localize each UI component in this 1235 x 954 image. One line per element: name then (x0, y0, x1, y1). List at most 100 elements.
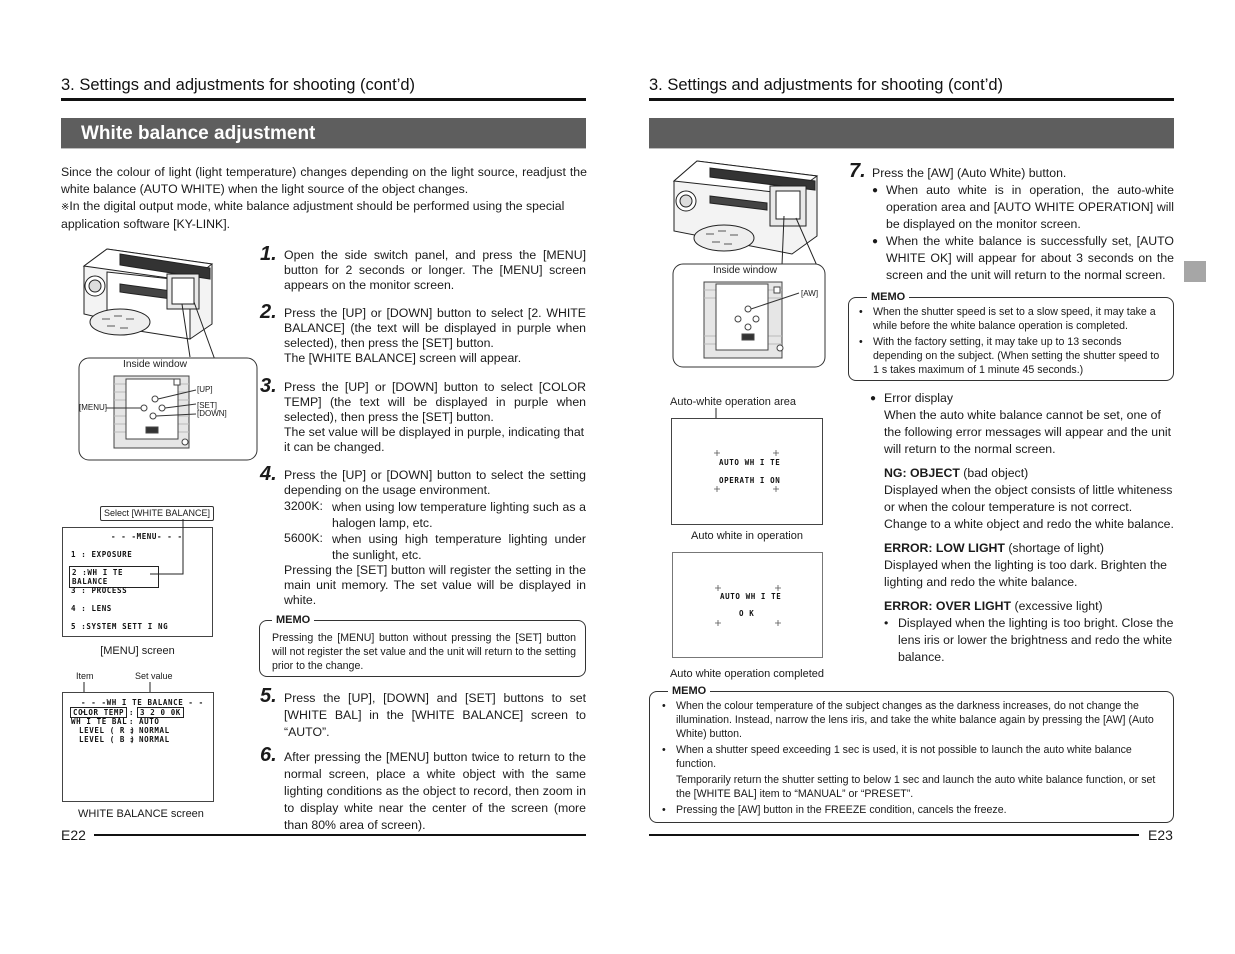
kylink-note: ※In the digital output mode, white balan… (61, 198, 587, 233)
left-header-rule (61, 98, 586, 101)
aw-button-label: [AW] (801, 289, 819, 298)
right-header-rule (649, 98, 1174, 101)
right-page-header: 3. Settings and adjustments for shooting… (649, 76, 1004, 94)
bullet-icon: • (662, 804, 666, 816)
camera-illustration (78, 248, 258, 461)
error-ng-object: NG: OBJECT (bad object) Displayed when t… (870, 465, 1175, 533)
memo-label: MEMO (668, 684, 711, 698)
menu-item: 1 : EXPOSURE (71, 550, 133, 559)
option-key: 5600K: (284, 531, 323, 545)
step-4-text: Press the [UP] or [DOWN] button to selec… (284, 468, 586, 608)
bullet-text: When auto white is in operation, the aut… (886, 183, 1174, 231)
bullet-icon: • (884, 616, 889, 630)
memo-item: • With the factory setting, it may take … (859, 335, 1165, 377)
wb-row-value: AUTO (139, 717, 160, 726)
left-page-header: 3. Settings and adjustments for shooting… (61, 76, 416, 94)
page-number-right: E23 (1148, 827, 1173, 843)
error-meaning: (shortage of light) (1008, 541, 1105, 555)
thumb-tab-marker (1184, 261, 1206, 282)
option-5600k: 5600K: when using high temperature light… (284, 531, 586, 563)
note-text: In the digital output mode, white balanc… (61, 199, 565, 231)
memo-list: • When the colour temperature of the sub… (662, 699, 1167, 817)
option-desc: when using low temperature lighting such… (332, 500, 586, 530)
right-footer-rule (649, 834, 1139, 836)
memo-item-text: When a shutter speed exceeding 1 sec is … (676, 744, 1132, 770)
up-button-label: [UP] (197, 385, 213, 394)
area-markers (715, 585, 781, 626)
bullet-text: When the white balance is successfully s… (886, 234, 1174, 282)
memo-item-text: Pressing the [AW] button in the FREEZE c… (676, 804, 1007, 816)
step-3-main: Press the [UP] or [DOWN] button to selec… (284, 380, 586, 424)
step-7-text: Press the [AW] (Auto White) button. (872, 166, 1067, 180)
option-key: 3200K: (284, 499, 323, 513)
menu-item-selected: 2 :WH I TE BALANCE (69, 566, 159, 588)
step-4-extra: Pressing the [SET] button will register … (284, 563, 586, 607)
menu-button-label: [MENU] (79, 403, 107, 412)
memo-list: • When the shutter speed is set to a slo… (859, 305, 1165, 377)
step-number: 4. (260, 463, 277, 485)
step-4-main: Press the [UP] or [DOWN] button to selec… (284, 468, 586, 497)
step-7-bullet: ● When the white balance is successfully… (872, 233, 1174, 284)
bullet-icon: • (859, 336, 863, 348)
step-number: 6. (260, 744, 277, 766)
callout-line (150, 519, 184, 575)
error-intro: When the auto white balance cannot be se… (884, 408, 1172, 456)
set-value-label: Set value (135, 671, 173, 681)
bullet-icon: ● (870, 393, 877, 404)
step-2-main: Press the [UP] or [DOWN] button to selec… (284, 306, 586, 350)
intro-paragraph: Since the colour of light (light tempera… (61, 165, 587, 196)
step-number: 2. (260, 301, 277, 323)
error-text: Displayed when the lighting is too brigh… (898, 616, 1174, 664)
step-2-text: Press the [UP] or [DOWN] button to selec… (284, 306, 586, 366)
step-2-extra: The [WHITE BALANCE] screen will appear. (284, 351, 522, 365)
error-low-light: ERROR: LOW LIGHT (shortage of light) Dis… (870, 540, 1175, 591)
wb-row-value: NORMAL (139, 726, 170, 735)
memo-item: • Pressing the [AW] button in the FREEZE… (662, 803, 1167, 817)
left-footer-rule (94, 834, 586, 836)
inside-window-label: Inside window (123, 359, 187, 370)
step-number: 1. (260, 243, 277, 265)
wb-row-sep: : (129, 717, 135, 726)
error-meaning: (bad object) (963, 466, 1029, 480)
ok-screen-caption: Auto white operation completed (669, 668, 825, 680)
error-text: Displayed when the object consists of li… (884, 483, 1174, 531)
bullet-icon: • (662, 744, 666, 756)
osd-line-1: AUTO WH I TE (719, 458, 781, 467)
bullet-icon: • (662, 700, 666, 712)
step-6-text: After pressing the [MENU] button twice t… (284, 750, 586, 832)
step-number: 3. (260, 375, 277, 397)
error-over-light: ERROR: OVER LIGHT (excessive light) • Di… (870, 598, 1175, 666)
menu-screen-caption: [MENU] screen (100, 645, 175, 657)
wb-screen: - - -WH I TE BALANCE - - - COLOR TEMP : … (62, 692, 214, 802)
wb-row-item: WH I TE BAL (71, 717, 128, 726)
camera-figure-right: Inside window [AW] (672, 156, 832, 371)
menu-item: 3 : PROCESS (71, 586, 128, 595)
menu-item: 5 :SYSTEM SETT I NG (71, 622, 169, 631)
osd-line-2: O K (739, 609, 755, 618)
step-5-text: Press the [UP], [DOWN] and [SET] buttons… (284, 691, 586, 739)
bullet-icon: ● (872, 236, 879, 247)
menu-item: 4 : LENS (71, 604, 112, 613)
step-3-text: Press the [UP] or [DOWN] button to selec… (284, 380, 586, 455)
error-code: ERROR: OVER LIGHT (884, 599, 1012, 613)
left-section-title: White balance adjustment (61, 118, 586, 149)
menu-screen: - - -MENU- - - 1 : EXPOSURE 2 :WH I TE B… (62, 527, 213, 637)
error-code: NG: OBJECT (884, 466, 960, 480)
wb-row-value: NORMAL (139, 735, 170, 744)
inside-window-label: Inside window (713, 265, 777, 276)
wb-row-item: LEVEL ( R ) (79, 726, 136, 735)
step-number: 7. (849, 160, 866, 182)
error-heading-text: Error display (884, 391, 954, 405)
memo-label: MEMO (867, 290, 910, 304)
wb-row-item: LEVEL ( B ) (79, 735, 136, 744)
memo-box-right-1: MEMO • When the shutter speed is set to … (848, 290, 1174, 381)
option-desc: when using high temperature lighting und… (332, 532, 586, 562)
error-text: Displayed when the lighting is too dark.… (884, 558, 1167, 589)
memo-item: • When a shutter speed exceeding 1 sec i… (662, 743, 1167, 801)
page-number-left: E22 (61, 827, 86, 843)
memo-box-left: MEMO Pressing the [MENU] button without … (259, 613, 586, 677)
step-1-text: Open the side switch panel, and press th… (284, 248, 586, 292)
memo-item-text: When the shutter speed is set to a slow … (873, 306, 1156, 332)
step-7-body: Press the [AW] (Auto White) button. ● Wh… (872, 165, 1174, 284)
error-code: ERROR: LOW LIGHT (884, 541, 1005, 555)
